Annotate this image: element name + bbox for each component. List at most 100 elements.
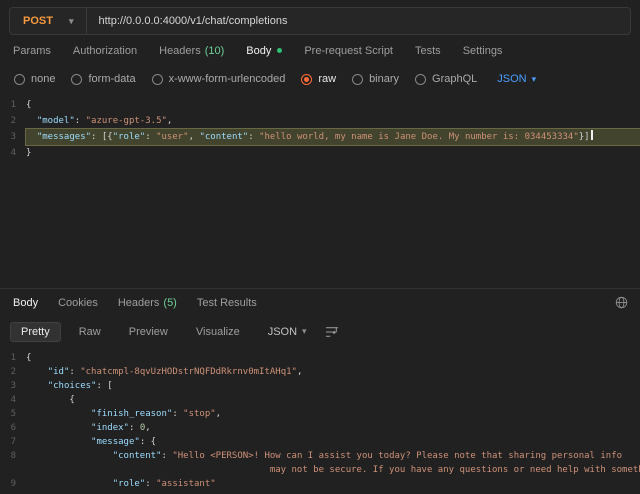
code-token <box>26 479 113 489</box>
response-tab-cookies-label: Cookies <box>58 297 98 309</box>
radio-form-data-label: form-data <box>88 73 135 85</box>
code-token <box>26 116 37 126</box>
request-tabs: Params Authorization Headers(10) Body Pr… <box>0 37 640 64</box>
tab-body-label: Body <box>246 45 271 57</box>
code-line-text: "role": "assistant" <box>26 477 640 491</box>
tab-settings[interactable]: Settings <box>463 45 503 57</box>
code-token: { <box>26 395 75 405</box>
tab-body[interactable]: Body <box>246 45 282 57</box>
tab-authorization[interactable]: Authorization <box>73 45 137 57</box>
radio-circle-icon <box>71 74 82 85</box>
code-line-text: "index": 0, <box>26 421 640 435</box>
code-token: "choices" <box>48 381 97 391</box>
line-number: 4 <box>0 393 26 407</box>
code-token <box>26 451 113 461</box>
code-token: : <box>145 479 156 489</box>
code-line-text: } <box>26 145 640 161</box>
chevron-down-icon: ▾ <box>532 75 537 84</box>
code-token: "content" <box>199 132 248 142</box>
code-line: 1{ <box>0 351 640 365</box>
code-line-text: "content": "Hello <PERSON>! How can I as… <box>26 449 640 463</box>
response-tab-headers-label: Headers <box>118 297 160 309</box>
code-token <box>26 367 48 377</box>
method-label: POST <box>23 15 53 27</box>
code-token: "hello world, my name is Jane Doe. My nu… <box>259 132 579 142</box>
line-number <box>0 463 26 477</box>
url-input[interactable]: http://0.0.0.0:4000/v1/chat/completions <box>87 8 630 34</box>
radio-binary[interactable]: binary <box>352 73 399 85</box>
radio-x-www-form-urlencoded[interactable]: x-www-form-urlencoded <box>152 73 286 85</box>
request-body-editor[interactable]: 1{2 "model": "azure-gpt-3.5",3 "messages… <box>0 94 640 288</box>
tab-headers[interactable]: Headers(10) <box>159 45 224 57</box>
code-token: may not be secure. If you have any quest… <box>26 465 640 475</box>
code-token: , <box>189 132 200 142</box>
response-tab-cookies[interactable]: Cookies <box>58 297 98 309</box>
tab-params[interactable]: Params <box>13 45 51 57</box>
code-token: "id" <box>48 367 70 377</box>
view-pretty-label: Pretty <box>21 326 50 338</box>
line-number: 3 <box>0 129 26 145</box>
method-selector[interactable]: POST ▾ <box>10 8 87 34</box>
view-preview-label: Preview <box>129 326 168 338</box>
headers-count-badge: (10) <box>205 45 225 57</box>
radio-raw[interactable]: raw <box>301 73 336 85</box>
radio-x-www-form-urlencoded-label: x-www-form-urlencoded <box>169 73 286 85</box>
radio-graphql-label: GraphQL <box>432 73 477 85</box>
code-token: "assistant" <box>156 479 216 489</box>
radio-none[interactable]: none <box>14 73 55 85</box>
code-token: : [{ <box>91 132 113 142</box>
radio-circle-icon <box>152 74 163 85</box>
response-tab-body[interactable]: Body <box>13 297 38 309</box>
radio-graphql[interactable]: GraphQL <box>415 73 477 85</box>
tab-params-label: Params <box>13 45 51 57</box>
code-token: "Hello <PERSON>! How can I assist you to… <box>172 451 622 461</box>
view-visualize-label: Visualize <box>196 326 240 338</box>
code-line-text: "model": "azure-gpt-3.5", <box>26 113 640 129</box>
code-line-text: } <box>26 491 640 493</box>
radio-selected-icon <box>301 74 312 85</box>
tab-pre-request-script[interactable]: Pre-request Script <box>304 45 393 57</box>
code-line: 10 } <box>0 491 640 493</box>
code-line: 9 "role": "assistant" <box>0 477 640 491</box>
response-headers-count-badge: (5) <box>163 297 176 309</box>
code-line: 1{ <box>0 97 640 113</box>
code-line: 4 { <box>0 393 640 407</box>
response-body-editor[interactable]: 1{2 "id": "chatcmpl-8qvUzHODstrNQFDdRkrn… <box>0 347 640 493</box>
code-token: "content" <box>113 451 162 461</box>
view-raw-label: Raw <box>79 326 101 338</box>
line-number: 3 <box>0 379 26 393</box>
code-line: may not be secure. If you have any quest… <box>0 463 640 477</box>
view-visualize-button[interactable]: Visualize <box>186 323 250 341</box>
code-token: "model" <box>37 116 75 126</box>
wrap-line-icon[interactable] <box>325 326 339 338</box>
code-line-text: may not be secure. If you have any quest… <box>26 463 640 477</box>
tab-tests[interactable]: Tests <box>415 45 441 57</box>
response-tab-test-results[interactable]: Test Results <box>197 297 257 309</box>
radio-circle-icon <box>14 74 25 85</box>
response-tabs: Body Cookies Headers(5) Test Results <box>0 289 640 316</box>
radio-circle-icon <box>352 74 363 85</box>
code-token: : <box>75 116 86 126</box>
view-raw-button[interactable]: Raw <box>69 323 111 341</box>
line-number: 4 <box>0 145 26 161</box>
response-tab-test-results-label: Test Results <box>197 297 257 309</box>
code-line-text: { <box>26 97 640 113</box>
response-language-dropdown[interactable]: JSON▾ <box>268 326 307 338</box>
code-token: "finish_reason" <box>91 409 172 419</box>
code-token: , <box>297 367 302 377</box>
code-token: { <box>26 353 31 363</box>
code-token: { <box>26 100 31 110</box>
code-line: 4} <box>0 145 640 161</box>
view-preview-button[interactable]: Preview <box>119 323 178 341</box>
view-pretty-button[interactable]: Pretty <box>10 322 61 342</box>
response-tab-body-label: Body <box>13 297 38 309</box>
body-language-dropdown[interactable]: JSON▾ <box>497 73 536 85</box>
code-line-text: "messages": [{"role": "user", "content":… <box>26 129 640 145</box>
globe-icon[interactable] <box>615 296 628 309</box>
response-tab-headers[interactable]: Headers(5) <box>118 297 177 309</box>
radio-none-label: none <box>31 73 55 85</box>
code-token: : <box>161 451 172 461</box>
code-line: 3 "choices": [ <box>0 379 640 393</box>
radio-form-data[interactable]: form-data <box>71 73 135 85</box>
tab-tests-label: Tests <box>415 45 441 57</box>
